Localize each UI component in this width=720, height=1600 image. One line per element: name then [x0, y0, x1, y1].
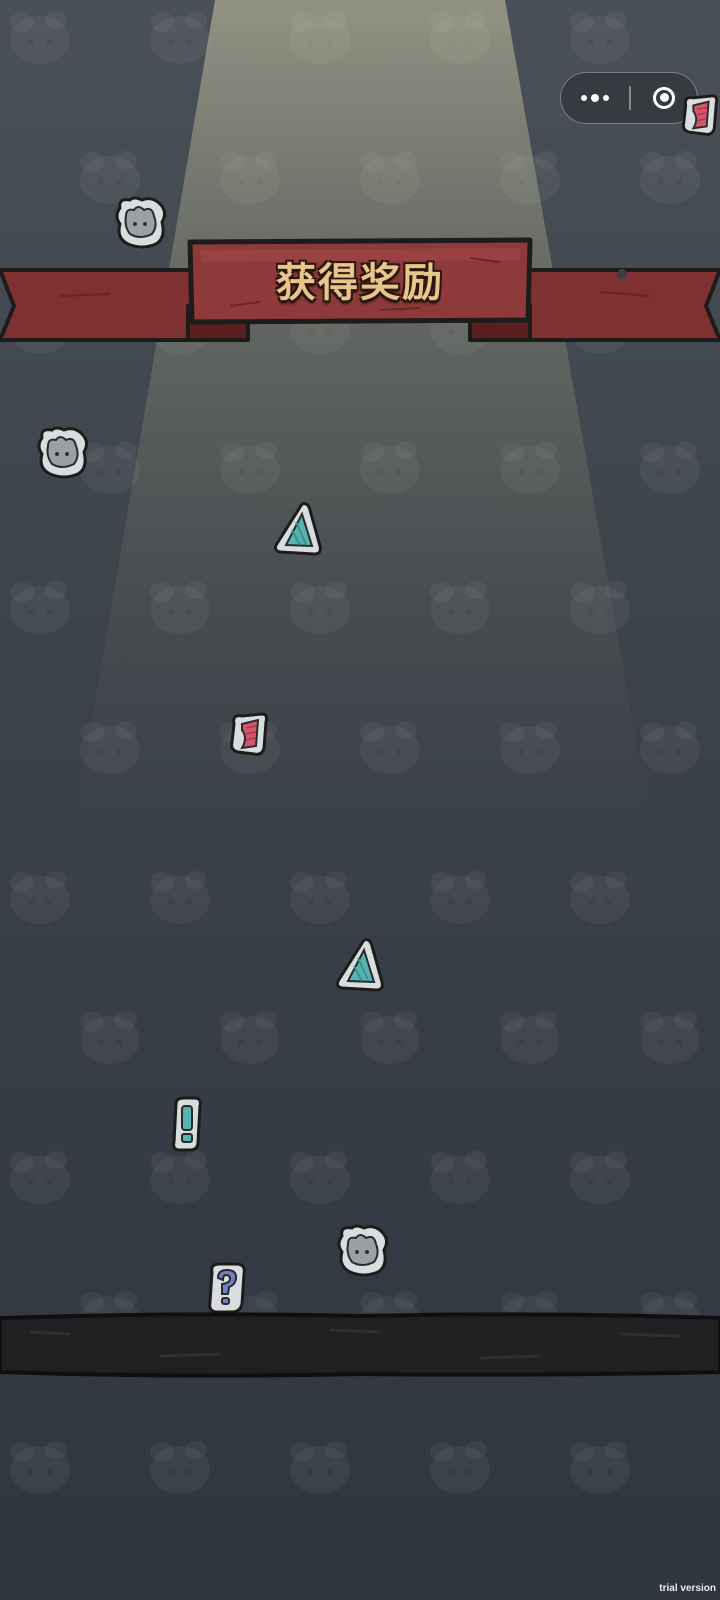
- question-card-icon: [208, 1262, 246, 1314]
- mouse-card-icon: [37, 426, 89, 479]
- trial-version-watermark: trial version: [659, 1583, 716, 1594]
- mouse-card-icon: [115, 196, 167, 249]
- miniprogram-capsule: [560, 72, 698, 124]
- teal-triangle-icon: [273, 502, 322, 556]
- game-stage: 获得奖励 trial version: [0, 0, 720, 1600]
- exclamation-card-icon: [172, 1096, 202, 1152]
- more-button[interactable]: [561, 73, 629, 122]
- floor-ledge: [0, 1312, 720, 1378]
- pink-paper-icon: [230, 712, 268, 756]
- pink-paper-icon: [682, 94, 719, 136]
- more-dots-icon: [581, 94, 587, 101]
- target-close-icon: [653, 86, 675, 109]
- teal-triangle-icon: [335, 938, 384, 992]
- reward-title: 获得奖励: [276, 260, 444, 306]
- mouse-card-icon: [337, 1224, 389, 1277]
